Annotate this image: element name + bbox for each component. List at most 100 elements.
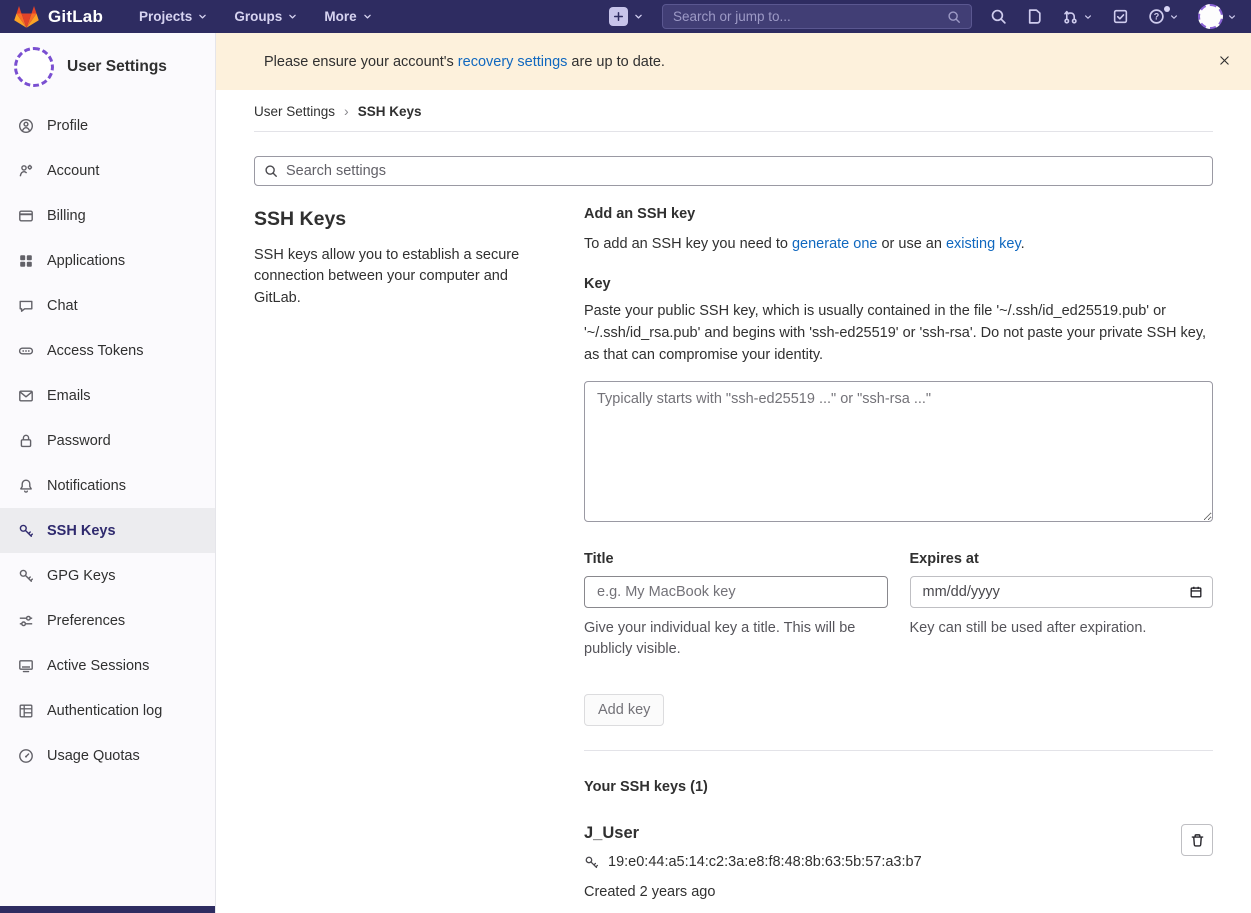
issues-button[interactable] xyxy=(1026,8,1043,25)
key-icon xyxy=(18,523,34,539)
plus-icon xyxy=(609,7,628,26)
navbar-icon-group xyxy=(990,4,1237,29)
add-ssh-key-intro: To add an SSH key you need to generate o… xyxy=(584,236,1213,252)
sidebar-item-ssh-keys[interactable]: SSH Keys xyxy=(0,508,215,553)
menu-projects[interactable]: Projects xyxy=(129,5,218,28)
tanuki-icon xyxy=(14,5,39,29)
sidebar-item-access-tokens[interactable]: Access Tokens xyxy=(0,328,215,373)
log-table-icon xyxy=(18,703,34,719)
sliders-icon xyxy=(18,613,34,629)
breadcrumb-current: SSH Keys xyxy=(358,104,422,119)
trash-icon xyxy=(1190,833,1205,848)
chevron-down-icon xyxy=(287,11,298,22)
search-button[interactable] xyxy=(990,8,1007,25)
bell-icon xyxy=(18,478,34,494)
page-description: SSH keys allow you to establish a secure… xyxy=(254,245,554,309)
gitlab-logo-text: GitLab xyxy=(48,7,103,27)
sidebar-collapse-bar[interactable] xyxy=(0,906,215,913)
chevron-down-icon xyxy=(362,11,373,22)
title-help-text: Give your individual key a title. This w… xyxy=(584,618,888,660)
user-menu-button[interactable] xyxy=(1198,4,1237,29)
title-input[interactable] xyxy=(584,576,888,608)
todo-icon xyxy=(1112,8,1129,25)
alert-close-button[interactable] xyxy=(1214,50,1235,74)
main-menu: Projects Groups More xyxy=(129,5,383,28)
ssh-key-textarea[interactable] xyxy=(584,381,1213,522)
close-icon xyxy=(1218,54,1231,67)
sidebar-item-billing[interactable]: Billing xyxy=(0,193,215,238)
alert-text: Please ensure your account's recovery se… xyxy=(264,54,665,70)
settings-search-input[interactable]: Search settings xyxy=(254,156,1213,186)
sidebar-item-emails[interactable]: Emails xyxy=(0,373,215,418)
key-icon xyxy=(18,568,34,584)
sidebar-nav: Profile Account Billing Applications Cha… xyxy=(0,103,215,778)
main-area: Please ensure your account's recovery se… xyxy=(216,33,1251,913)
key-label: Key xyxy=(584,276,1213,292)
generate-one-link[interactable]: generate one xyxy=(792,236,877,252)
todo-button[interactable] xyxy=(1112,8,1129,25)
sidebar-item-active-sessions[interactable]: Active Sessions xyxy=(0,643,215,688)
search-icon xyxy=(264,164,278,178)
help-menu-button[interactable] xyxy=(1148,8,1179,25)
lock-icon xyxy=(18,433,34,449)
ssh-key-name[interactable]: J_User xyxy=(584,824,922,843)
sidebar-item-profile[interactable]: Profile xyxy=(0,103,215,148)
ssh-key-fingerprint-row: 19:e0:44:a5:14:c2:3a:e8:f8:48:8b:63:5b:5… xyxy=(584,854,922,870)
account-icon xyxy=(18,163,34,179)
settings-search-placeholder: Search settings xyxy=(286,163,386,179)
content: User Settings SSH Keys Search settings S… xyxy=(216,90,1251,913)
chevron-down-icon xyxy=(1169,12,1179,22)
envelope-icon xyxy=(18,388,34,404)
add-ssh-key-heading: Add an SSH key xyxy=(584,206,1213,222)
expires-help-text: Key can still be used after expiration. xyxy=(910,618,1214,639)
global-search-placeholder: Search or jump to... xyxy=(673,9,939,24)
sidebar-header: User Settings xyxy=(0,33,215,97)
help-icon xyxy=(1148,8,1165,25)
chevron-down-icon xyxy=(1227,12,1237,22)
title-field-group: Title Give your individual key a title. … xyxy=(584,551,888,660)
sidebar-item-authentication-log[interactable]: Authentication log xyxy=(0,688,215,733)
recovery-settings-link[interactable]: recovery settings xyxy=(458,54,568,70)
applications-grid-icon xyxy=(18,253,34,269)
credit-card-icon xyxy=(18,208,34,224)
breadcrumb: User Settings SSH Keys xyxy=(254,90,1213,132)
chat-bubble-icon xyxy=(18,298,34,314)
token-icon xyxy=(18,343,34,359)
breadcrumb-user-settings[interactable]: User Settings xyxy=(254,104,335,119)
section-form: Add an SSH key To add an SSH key you nee… xyxy=(584,206,1213,913)
merge-request-icon xyxy=(1062,8,1079,25)
merge-requests-button[interactable] xyxy=(1062,8,1093,25)
navbar-right: Search or jump to... xyxy=(609,4,1237,29)
user-settings-avatar xyxy=(14,47,54,87)
menu-groups[interactable]: Groups xyxy=(224,5,308,28)
monitor-icon xyxy=(18,658,34,674)
expires-date-input[interactable] xyxy=(910,576,1214,608)
breadcrumb-separator-icon xyxy=(344,103,349,119)
add-key-button[interactable]: Add key xyxy=(584,694,664,726)
expires-label: Expires at xyxy=(910,551,1214,567)
user-avatar xyxy=(1198,4,1223,29)
top-navbar: GitLab Projects Groups More Search or ju… xyxy=(0,0,1251,33)
gitlab-logo[interactable]: GitLab xyxy=(14,5,103,29)
sidebar-item-gpg-keys[interactable]: GPG Keys xyxy=(0,553,215,598)
sidebar-item-applications[interactable]: Applications xyxy=(0,238,215,283)
title-label: Title xyxy=(584,551,888,567)
existing-key-link[interactable]: existing key xyxy=(946,236,1021,252)
sidebar-item-password[interactable]: Password xyxy=(0,418,215,463)
search-icon xyxy=(947,10,961,24)
menu-more[interactable]: More xyxy=(314,5,382,28)
global-search-input[interactable]: Search or jump to... xyxy=(662,4,972,29)
sidebar-item-preferences[interactable]: Preferences xyxy=(0,598,215,643)
sidebar-item-notifications[interactable]: Notifications xyxy=(0,463,215,508)
sidebar-item-chat[interactable]: Chat xyxy=(0,283,215,328)
search-icon xyxy=(990,8,1007,25)
ssh-key-created: Created 2 years ago xyxy=(584,884,922,900)
sidebar-item-usage-quotas[interactable]: Usage Quotas xyxy=(0,733,215,778)
chevron-down-icon xyxy=(1083,12,1093,22)
new-menu-button[interactable] xyxy=(609,7,644,26)
issues-icon xyxy=(1026,8,1043,25)
sidebar-item-account[interactable]: Account xyxy=(0,148,215,193)
settings-sidebar: User Settings Profile Account Billing Ap… xyxy=(0,33,216,913)
chevron-down-icon xyxy=(197,11,208,22)
delete-key-button[interactable] xyxy=(1181,824,1213,856)
